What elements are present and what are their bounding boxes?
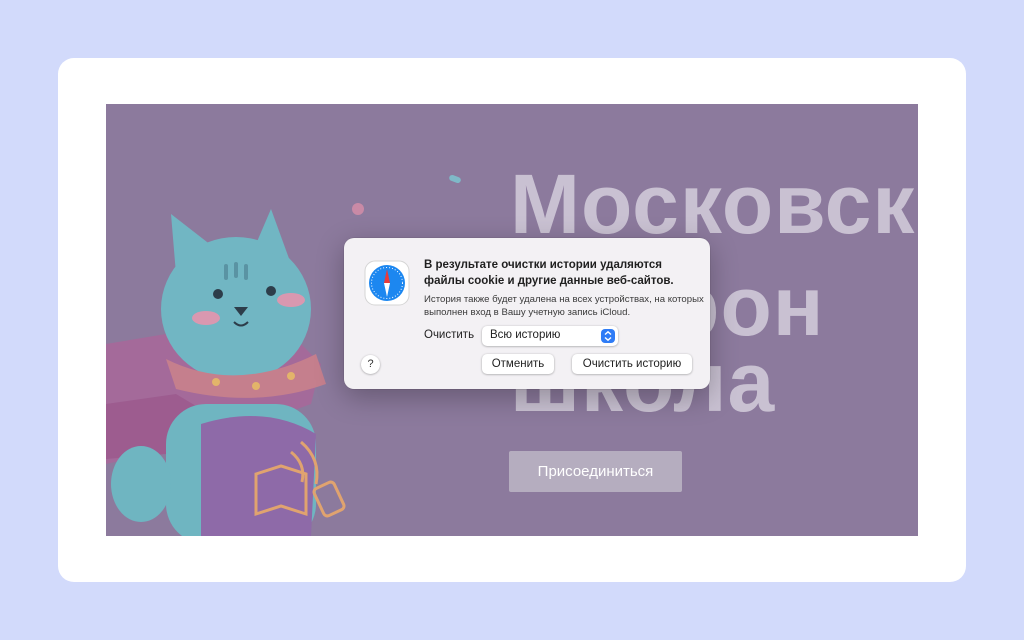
dialog-title: В результате очистки истории удаляются ф…	[424, 259, 674, 287]
dialog-message: История также будет удалена на всех устр…	[424, 294, 704, 318]
help-button[interactable]: ?	[361, 355, 380, 374]
join-button: Присоединиться	[509, 451, 682, 492]
safari-compass-icon	[364, 260, 410, 306]
cancel-button[interactable]: Отменить	[482, 354, 554, 374]
clear-range-select[interactable]: Всю историю	[482, 326, 618, 346]
background-headline-line1: Московск	[510, 157, 916, 251]
clear-history-dialog: В результате очистки истории удаляются ф…	[344, 238, 710, 389]
clear-range-value: Всю историю	[490, 329, 561, 341]
updown-chevron-icon	[601, 329, 615, 343]
clear-history-button[interactable]: Очистить историю	[572, 354, 692, 374]
clear-range-label: Очистить	[424, 329, 475, 341]
